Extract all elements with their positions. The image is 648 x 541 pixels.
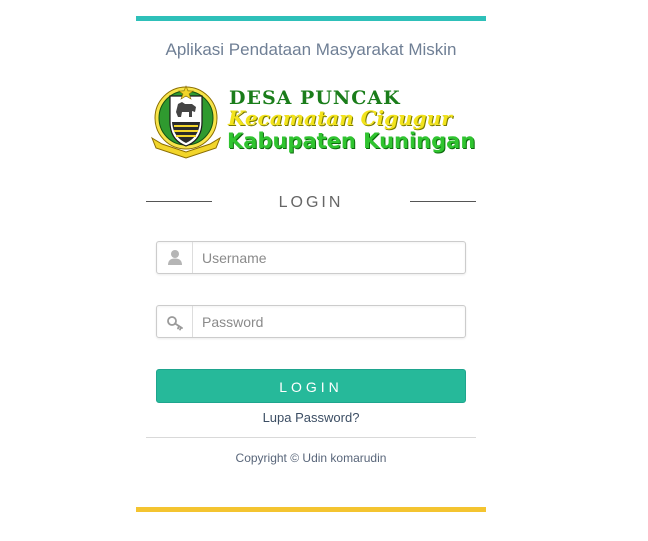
bottom-accent-bar [136, 507, 486, 512]
heading-rule-right [410, 201, 476, 202]
app-title: Aplikasi Pendataan Masyarakat Miskin [165, 40, 457, 59]
logo-district-name: Kecamatan Cigugur [228, 106, 452, 130]
regency-emblem-icon [150, 85, 222, 159]
logo: DESA PUNCAK Kecamatan Cigugur Kabupaten … [148, 82, 475, 160]
top-accent-bar [136, 16, 486, 21]
user-icon [157, 242, 193, 273]
key-icon [157, 306, 193, 337]
copyright-text: Copyright © Udin komarudin [235, 451, 387, 465]
username-input[interactable] [194, 242, 467, 273]
login-heading-group: LOGIN [146, 192, 476, 214]
login-button[interactable]: LOGIN [156, 369, 466, 403]
forgot-password-link[interactable]: Lupa Password? [136, 410, 486, 425]
footer-divider [146, 437, 476, 438]
username-field [156, 241, 467, 274]
password-field [156, 305, 467, 338]
login-page: Aplikasi Pendataan Masyarakat Miskin DES… [0, 0, 648, 541]
logo-regency-name: Kabupaten Kuningan [227, 129, 476, 153]
login-heading: LOGIN [278, 194, 344, 211]
password-input[interactable] [194, 306, 467, 337]
